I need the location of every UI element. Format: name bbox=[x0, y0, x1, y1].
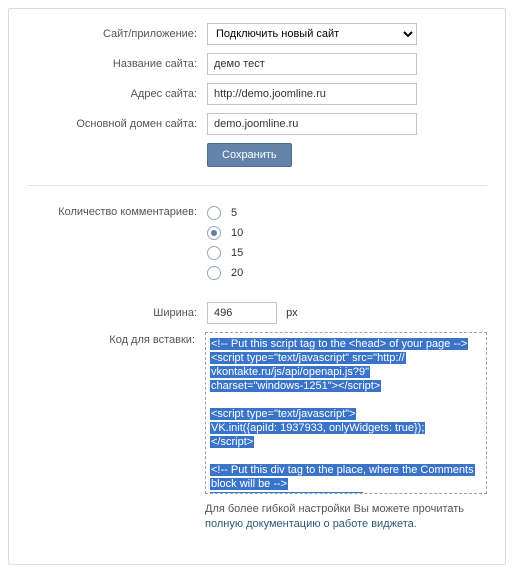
count-label: Количество комментариев: bbox=[27, 204, 207, 218]
site-name-input[interactable] bbox=[207, 53, 417, 75]
site-name-label: Название сайта: bbox=[27, 58, 207, 70]
count-radio-15[interactable]: 15 bbox=[207, 246, 487, 260]
radio-label: 10 bbox=[231, 227, 243, 239]
site-addr-label: Адрес сайта: bbox=[27, 88, 207, 100]
code-label: Код для вставки: bbox=[27, 332, 205, 346]
radio-icon bbox=[207, 226, 221, 240]
main-domain-input[interactable] bbox=[207, 113, 417, 135]
count-radio-20[interactable]: 20 bbox=[207, 266, 487, 280]
site-app-label: Сайт/приложение: bbox=[27, 28, 207, 40]
radio-label: 20 bbox=[231, 267, 243, 279]
radio-icon bbox=[207, 246, 221, 260]
footnote: Для более гибкой настройки Вы можете про… bbox=[205, 502, 487, 532]
width-label: Ширина: bbox=[27, 307, 207, 319]
count-radio-5[interactable]: 5 bbox=[207, 206, 487, 220]
docs-link[interactable]: полную документацию о работе виджета bbox=[205, 518, 414, 530]
radio-label: 15 bbox=[231, 247, 243, 259]
radio-icon bbox=[207, 206, 221, 220]
save-button[interactable]: Сохранить bbox=[207, 143, 292, 167]
main-domain-label: Основной домен сайта: bbox=[27, 118, 207, 130]
radio-icon bbox=[207, 266, 221, 280]
site-app-select[interactable]: Подключить новый сайт bbox=[207, 23, 417, 45]
radio-label: 5 bbox=[231, 207, 237, 219]
width-unit: px bbox=[286, 307, 298, 319]
settings-panel: Сайт/приложение: Подключить новый сайт Н… bbox=[8, 8, 506, 565]
count-radio-group: 5 10 15 20 bbox=[207, 204, 487, 280]
divider bbox=[27, 185, 487, 186]
site-addr-input[interactable] bbox=[207, 83, 417, 105]
count-radio-10[interactable]: 10 bbox=[207, 226, 487, 240]
embed-code-box[interactable]: <!-- Put this script tag to the <head> o… bbox=[205, 332, 487, 494]
width-input[interactable] bbox=[207, 302, 277, 324]
